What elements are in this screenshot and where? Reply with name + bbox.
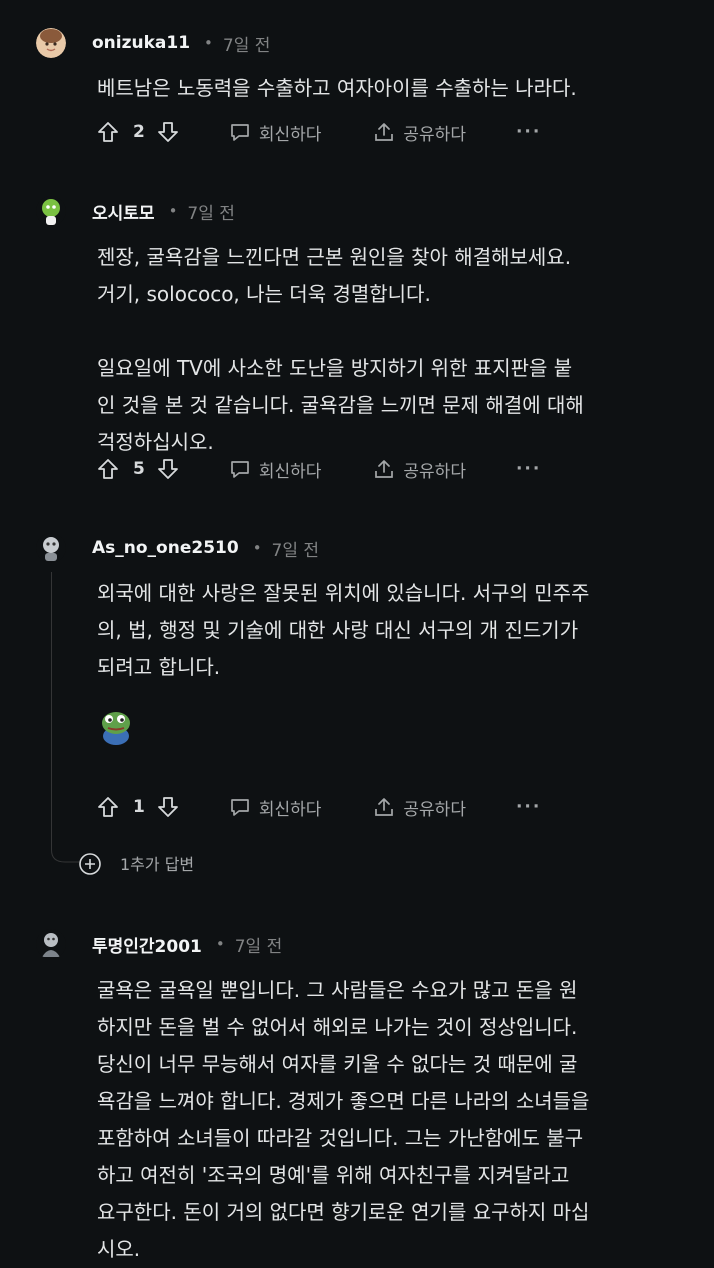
upvote-button[interactable] — [97, 796, 119, 818]
comment-meta: onizuka11 • 7일 전 — [92, 28, 270, 58]
avatar-face-icon[interactable] — [36, 28, 66, 58]
downvote-button[interactable] — [157, 796, 179, 818]
plus-circle-icon — [78, 852, 101, 875]
share-icon — [373, 121, 395, 143]
share-label: 공유하다 — [403, 461, 466, 482]
timestamp: 7일 전 — [234, 936, 283, 957]
share-button[interactable]: 공유하다 — [373, 457, 466, 482]
share-icon — [373, 796, 395, 818]
reply-label: 회신하다 — [258, 461, 322, 482]
reply-button[interactable]: 회신하다 — [229, 457, 322, 482]
reply-label: 회신하다 — [258, 799, 322, 820]
share-icon — [373, 458, 395, 480]
downvote-button[interactable] — [157, 121, 179, 143]
separator-dot: • — [168, 202, 178, 220]
separator-dot: • — [204, 34, 213, 52]
share-button[interactable]: 공유하다 — [373, 795, 466, 820]
more-options-button[interactable]: ··· — [516, 797, 541, 817]
more-replies-button[interactable]: 1추가 답변 — [78, 848, 194, 878]
comment-body: 외국에 대한 사랑은 잘못된 위치에 있습니다. 서구의 민주주 의, 법, 행… — [97, 581, 590, 679]
frog-sticker-icon — [96, 708, 136, 746]
avatar-grey-character-icon[interactable] — [36, 533, 66, 563]
separator-dot: • — [252, 539, 262, 557]
thread-line[interactable] — [51, 572, 52, 846]
share-button[interactable]: 공유하다 — [373, 120, 466, 145]
avatar-green-character-icon[interactable] — [36, 196, 66, 226]
upvote-button[interactable] — [97, 458, 119, 480]
comment-body: 베트남은 노동력을 수출하고 여자아이를 수출하는 나라다. — [97, 76, 577, 100]
timestamp: 7일 전 — [222, 35, 271, 56]
timestamp: 7일 전 — [271, 540, 320, 561]
username[interactable]: 오시토모 — [92, 199, 155, 224]
comment-bubble-icon — [229, 458, 251, 480]
more-replies-label: 1추가 답변 — [120, 855, 195, 874]
upvote-arrow-icon — [97, 458, 119, 480]
reply-label: 회신하다 — [258, 124, 322, 145]
username[interactable]: As_no_one2510 — [92, 538, 239, 558]
vote-count: 1 — [133, 797, 145, 817]
upvote-arrow-icon — [97, 796, 119, 818]
username[interactable]: onizuka11 — [92, 33, 190, 53]
thread-connector — [51, 840, 79, 863]
downvote-button[interactable] — [157, 458, 179, 480]
reply-button[interactable]: 회신하다 — [229, 120, 322, 145]
comment-actions: 5 회신하다 공유하다 ··· — [97, 454, 541, 484]
comment-actions: 2 회신하다 공유하다 ··· — [97, 117, 541, 147]
upvote-arrow-icon — [97, 121, 119, 143]
vote-count: 2 — [133, 122, 145, 142]
comment-body: 굴욕은 굴욕일 뿐입니다. 그 사람들은 수요가 많고 돈을 원 하지만 돈을 … — [97, 978, 590, 1261]
comment-actions: 1 회신하다 공유하다 ··· — [97, 792, 541, 822]
upvote-button[interactable] — [97, 121, 119, 143]
comment-bubble-icon — [229, 121, 251, 143]
more-options-button[interactable]: ··· — [516, 459, 541, 479]
comment-body: 젠장, 굴욕감을 느낀다면 근본 원인을 찾아 해결해보세요. 거기, solo… — [97, 245, 584, 454]
username[interactable]: 투명인간2001 — [92, 932, 202, 957]
downvote-arrow-icon — [157, 796, 179, 818]
share-label: 공유하다 — [403, 799, 466, 820]
comment-meta: 투명인간2001 • 7일 전 — [92, 929, 282, 959]
separator-dot: • — [215, 935, 225, 953]
comment-meta: As_no_one2510 • 7일 전 — [92, 533, 319, 563]
downvote-arrow-icon — [157, 458, 179, 480]
vote-count: 5 — [133, 459, 145, 479]
timestamp: 7일 전 — [187, 203, 235, 224]
comment-bubble-icon — [229, 796, 251, 818]
avatar-grey-figure-icon[interactable] — [36, 929, 66, 959]
reply-button[interactable]: 회신하다 — [229, 795, 322, 820]
more-options-button[interactable]: ··· — [516, 122, 541, 142]
share-label: 공유하다 — [403, 124, 466, 145]
downvote-arrow-icon — [157, 121, 179, 143]
comment-meta: 오시토모 • 7일 전 — [92, 196, 235, 226]
